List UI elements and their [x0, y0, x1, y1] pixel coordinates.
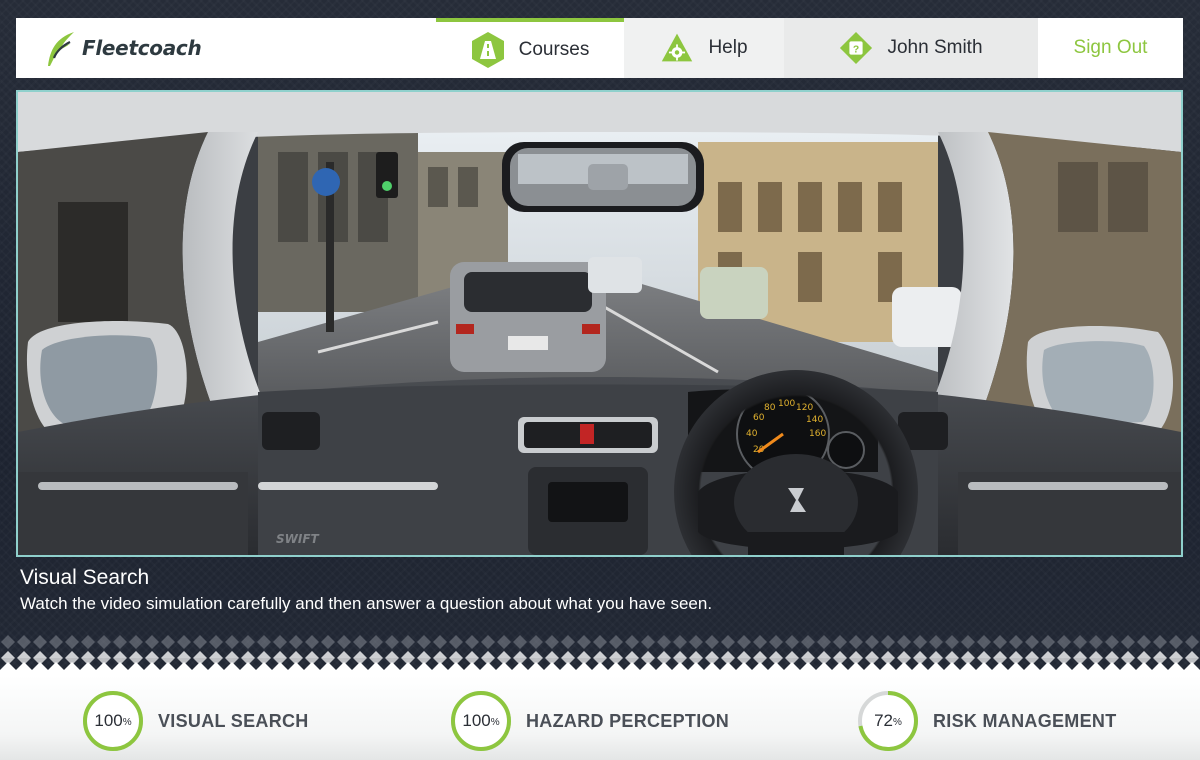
nav-help[interactable]: Help: [624, 18, 784, 78]
nav-courses-label: Courses: [518, 39, 590, 60]
nav-user-profile[interactable]: ? John Smith: [784, 18, 1038, 78]
sign-out-link[interactable]: Sign Out: [1038, 18, 1183, 78]
nav-help-label: Help: [708, 37, 748, 58]
video-simulation-player[interactable]: SWIFT 20 40 60 80 100 120 140 160: [16, 90, 1183, 557]
road-icon: [471, 31, 505, 69]
progress-name: HAZARD PERCEPTION: [526, 710, 730, 731]
question-badge-icon: ?: [839, 29, 873, 67]
progress-risk-management[interactable]: 72% RISK MANAGEMENT: [857, 690, 1117, 752]
svg-text:?: ?: [853, 44, 859, 55]
progress-name: VISUAL SEARCH: [158, 710, 309, 731]
percent-sign: %: [893, 717, 902, 728]
progress-name: RISK MANAGEMENT: [933, 710, 1117, 731]
nav-courses[interactable]: Courses: [436, 18, 624, 78]
video-instructions: Watch the video simulation carefully and…: [20, 594, 713, 613]
progress-visual-search[interactable]: 100% VISUAL SEARCH: [82, 690, 309, 752]
main-nav: Courses Help ? John Smith Sign Out: [436, 18, 1183, 78]
progress-percent: 72: [874, 711, 893, 730]
driving-scene-image: SWIFT 20 40 60 80 100 120 140 160: [18, 92, 1181, 555]
top-navigation-bar: Fleetcoach Courses Help ? John Smith Sig…: [16, 18, 1183, 78]
sign-out-label: Sign Out: [1073, 37, 1148, 58]
percent-sign: %: [490, 717, 500, 728]
user-name: John Smith: [887, 37, 983, 58]
video-title: Visual Search: [20, 566, 150, 589]
progress-ring: 100%: [82, 690, 144, 752]
progress-hazard-perception[interactable]: 100% HAZARD PERCEPTION: [450, 690, 729, 752]
logo-text: Fleetcoach: [82, 36, 202, 60]
fleetcoach-logo[interactable]: Fleetcoach: [16, 18, 436, 78]
decorative-divider: [0, 634, 1200, 678]
progress-footer: 100% VISUAL SEARCH 100% HAZARD PERCEPTIO…: [0, 676, 1200, 760]
percent-sign: %: [122, 717, 132, 728]
progress-percent: 100: [94, 711, 123, 730]
leaf-logo-icon: [48, 32, 74, 66]
gear-icon: [660, 29, 694, 67]
progress-ring: 72%: [857, 690, 919, 752]
progress-percent: 100: [462, 711, 491, 730]
progress-ring: 100%: [450, 690, 512, 752]
swift-badge-text: SWIFT: [276, 532, 320, 546]
